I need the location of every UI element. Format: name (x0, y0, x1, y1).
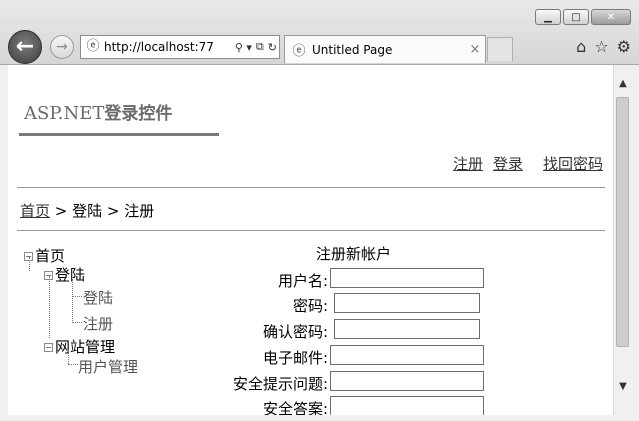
page-header-title: ASP.NET登录控件 (24, 99, 172, 124)
form-row-email: 电子邮件: (8, 345, 488, 367)
username-label: 用户名: (277, 272, 328, 290)
new-tab-button[interactable] (487, 37, 513, 61)
security-answer-label: 安全答案: (262, 400, 328, 415)
tab-title: Untitled Page (312, 42, 393, 57)
close-tab-icon[interactable]: × (465, 42, 485, 57)
close-window-button[interactable]: ✕ (591, 9, 631, 25)
browser-chrome: ▁ □ ✕ ← → ⓔ http://localhost:77 ⚲ ▾ ⧉ ↻ … (0, 0, 639, 65)
minimize-button[interactable]: ▁ (535, 9, 561, 25)
form-row-password: 密码: (8, 293, 488, 315)
security-answer-input[interactable] (330, 396, 484, 415)
confirm-password-label: 确认密码: (262, 323, 328, 341)
forward-arrow-icon: → (56, 39, 68, 55)
username-input[interactable] (330, 268, 484, 288)
divider-bottom (17, 230, 605, 231)
search-dropdown-icon[interactable]: ⚲ ▾ (233, 41, 254, 54)
form-row-security-answer: 安全答案: (8, 396, 488, 415)
confirm-password-input[interactable] (334, 319, 480, 339)
address-url[interactable]: http://localhost:77 (104, 40, 233, 54)
top-links: 注册 登录 找回密码 (453, 153, 603, 174)
ie-page-icon: ⓔ (86, 39, 100, 54)
scrollbar-thumb[interactable] (616, 97, 629, 347)
security-question-input[interactable] (330, 371, 484, 391)
breadcrumb-home-link[interactable]: 首页 (20, 202, 50, 220)
breadcrumb: 首页 > 登陆 > 注册 (20, 200, 154, 221)
tab-untitled-page[interactable]: ⓔ Untitled Page × (284, 35, 486, 63)
register-link[interactable]: 注册 (453, 155, 483, 173)
email-input[interactable] (330, 345, 484, 365)
header-title-cn: 登录控件 (104, 104, 173, 124)
tree-label-home: 首页 (35, 247, 66, 265)
maximize-button[interactable]: □ (563, 9, 589, 25)
form-row-username: 用户名: (8, 268, 488, 290)
email-label: 电子邮件: (262, 349, 328, 367)
scroll-down-icon[interactable]: ▼ (614, 378, 632, 395)
breadcrumb-separator: > (50, 202, 73, 220)
window-controls: ▁ □ ✕ (535, 9, 631, 25)
back-arrow-icon: ← (15, 34, 35, 59)
compatibility-view-icon[interactable]: ⧉ (254, 40, 266, 54)
address-bar[interactable]: ⓔ http://localhost:77 ⚲ ▾ ⧉ ↻ (80, 35, 280, 59)
security-question-label: 安全提示问题: (232, 375, 328, 393)
tree-node-home[interactable]: − 首页 (24, 245, 65, 266)
favorites-star-icon[interactable]: ☆ (594, 37, 608, 56)
back-button[interactable]: ← (8, 30, 42, 64)
ie-tab-icon: ⓔ (292, 44, 306, 59)
login-link[interactable]: 登录 (493, 155, 523, 173)
scroll-up-icon[interactable]: ▲ (614, 75, 632, 92)
register-form-title: 注册新帐户 (316, 245, 392, 263)
form-row-confirm-password: 确认密码: (8, 319, 488, 341)
browser-tools: ⌂ ☆ ⚙ (576, 37, 631, 56)
header-underline (19, 133, 219, 136)
home-icon[interactable]: ⌂ (576, 37, 586, 56)
divider-top (17, 187, 605, 188)
page-viewport: ASP.NET登录控件 注册 登录 找回密码 首页 > 登陆 > 注册 − 首页 − 登… (8, 65, 613, 415)
form-row-security-question: 安全提示问题: (8, 371, 488, 393)
password-label: 密码: (292, 297, 328, 315)
vertical-scrollbar[interactable]: ▲ ▼ (613, 65, 632, 415)
tools-gear-icon[interactable]: ⚙ (617, 37, 631, 56)
breadcrumb-current: 注册 (124, 202, 155, 220)
refresh-icon[interactable]: ↻ (266, 41, 279, 54)
breadcrumb-separator: > (102, 202, 125, 220)
breadcrumb-level2: 登陆 (72, 202, 103, 220)
password-input[interactable] (334, 293, 480, 313)
forward-button[interactable]: → (50, 35, 74, 59)
header-title-latin: ASP.NET (24, 103, 105, 124)
recover-password-link[interactable]: 找回密码 (543, 155, 603, 173)
